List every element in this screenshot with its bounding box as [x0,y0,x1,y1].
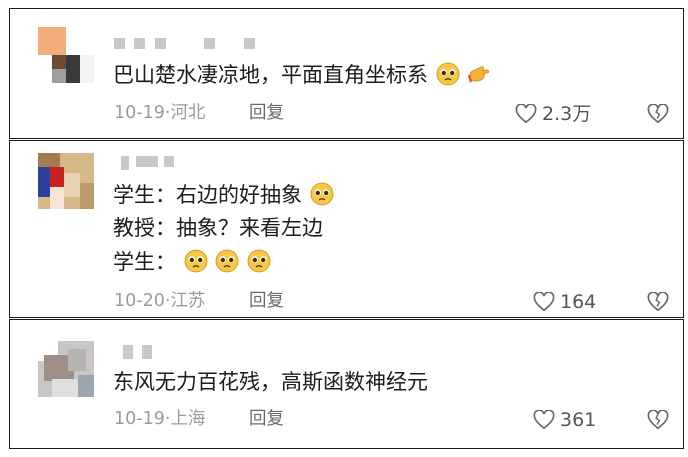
heart-outline-icon [533,292,555,312]
comment-text: 巴山楚水凄凉地，平面直角坐标系 [113,62,491,88]
comment-line: 东风无力百花残，高斯函数神经元 [113,370,428,394]
comment-location: 上海 [170,409,206,429]
dislike-heart-icon [647,409,669,430]
dislike-button[interactable] [647,291,669,316]
comment-meta: 10-19·上海 [114,408,205,430]
comment-line: 学生：右边的好抽象 [113,183,302,207]
comment-meta: 10-19·河北 [114,102,205,124]
avatar[interactable] [38,341,94,397]
heart-outline-icon [515,104,537,124]
comment-location: 江苏 [170,291,206,311]
like-button[interactable]: 164 [533,291,596,313]
like-count: 361 [560,409,597,431]
like-count: 164 [560,291,597,313]
dislike-heart-icon [647,103,669,124]
pleading-face-emoji [184,249,208,273]
comment-text: 教授：抽象？来看左边 [113,215,323,241]
comment-date: 10-19 [114,409,165,429]
pleading-face-emoji [436,62,460,86]
dislike-heart-icon [647,291,669,312]
comment-date: 10-19 [114,103,165,123]
avatar[interactable] [38,27,94,83]
comment-line: 教授：抽象？来看左边 [113,216,323,240]
dislike-button[interactable] [647,409,669,434]
like-button[interactable]: 2.3万 [515,103,591,125]
pleading-face-emoji [215,249,239,273]
reply-button[interactable]: 回复 [249,408,284,430]
like-count: 2.3万 [542,103,592,125]
pleading-face-emoji [247,249,271,273]
comment-card: 巴山楚水凄凉地，平面直角坐标系 10-19·河北 回复 2.3万 [9,8,684,139]
comment-date: 10-20 [114,291,165,311]
like-button[interactable]: 361 [533,409,596,431]
comment-line: 学生： [113,250,176,274]
comment-card: 东风无力百花残，高斯函数神经元 10-19·上海 回复 361 [9,319,684,449]
dislike-button[interactable] [647,103,669,128]
comment-text: 学生： [113,249,271,275]
pleading-face-emoji [310,182,334,206]
comment-text: 学生：右边的好抽象 [113,182,334,208]
comment-location: 河北 [170,103,206,123]
reply-button[interactable]: 回复 [249,102,284,124]
pointing-hand-emoji [468,66,490,83]
comment-card: 学生：右边的好抽象 教授：抽象？来看左边 学生： 10-20·江苏 回复 164 [9,140,684,318]
comment-text: 东风无力百花残，高斯函数神经元 [113,369,428,395]
reply-button[interactable]: 回复 [249,290,284,312]
comment-meta: 10-20·江苏 [114,290,205,312]
comment-line: 巴山楚水凄凉地，平面直角坐标系 [113,63,428,87]
heart-outline-icon [533,410,555,430]
avatar[interactable] [38,153,94,209]
